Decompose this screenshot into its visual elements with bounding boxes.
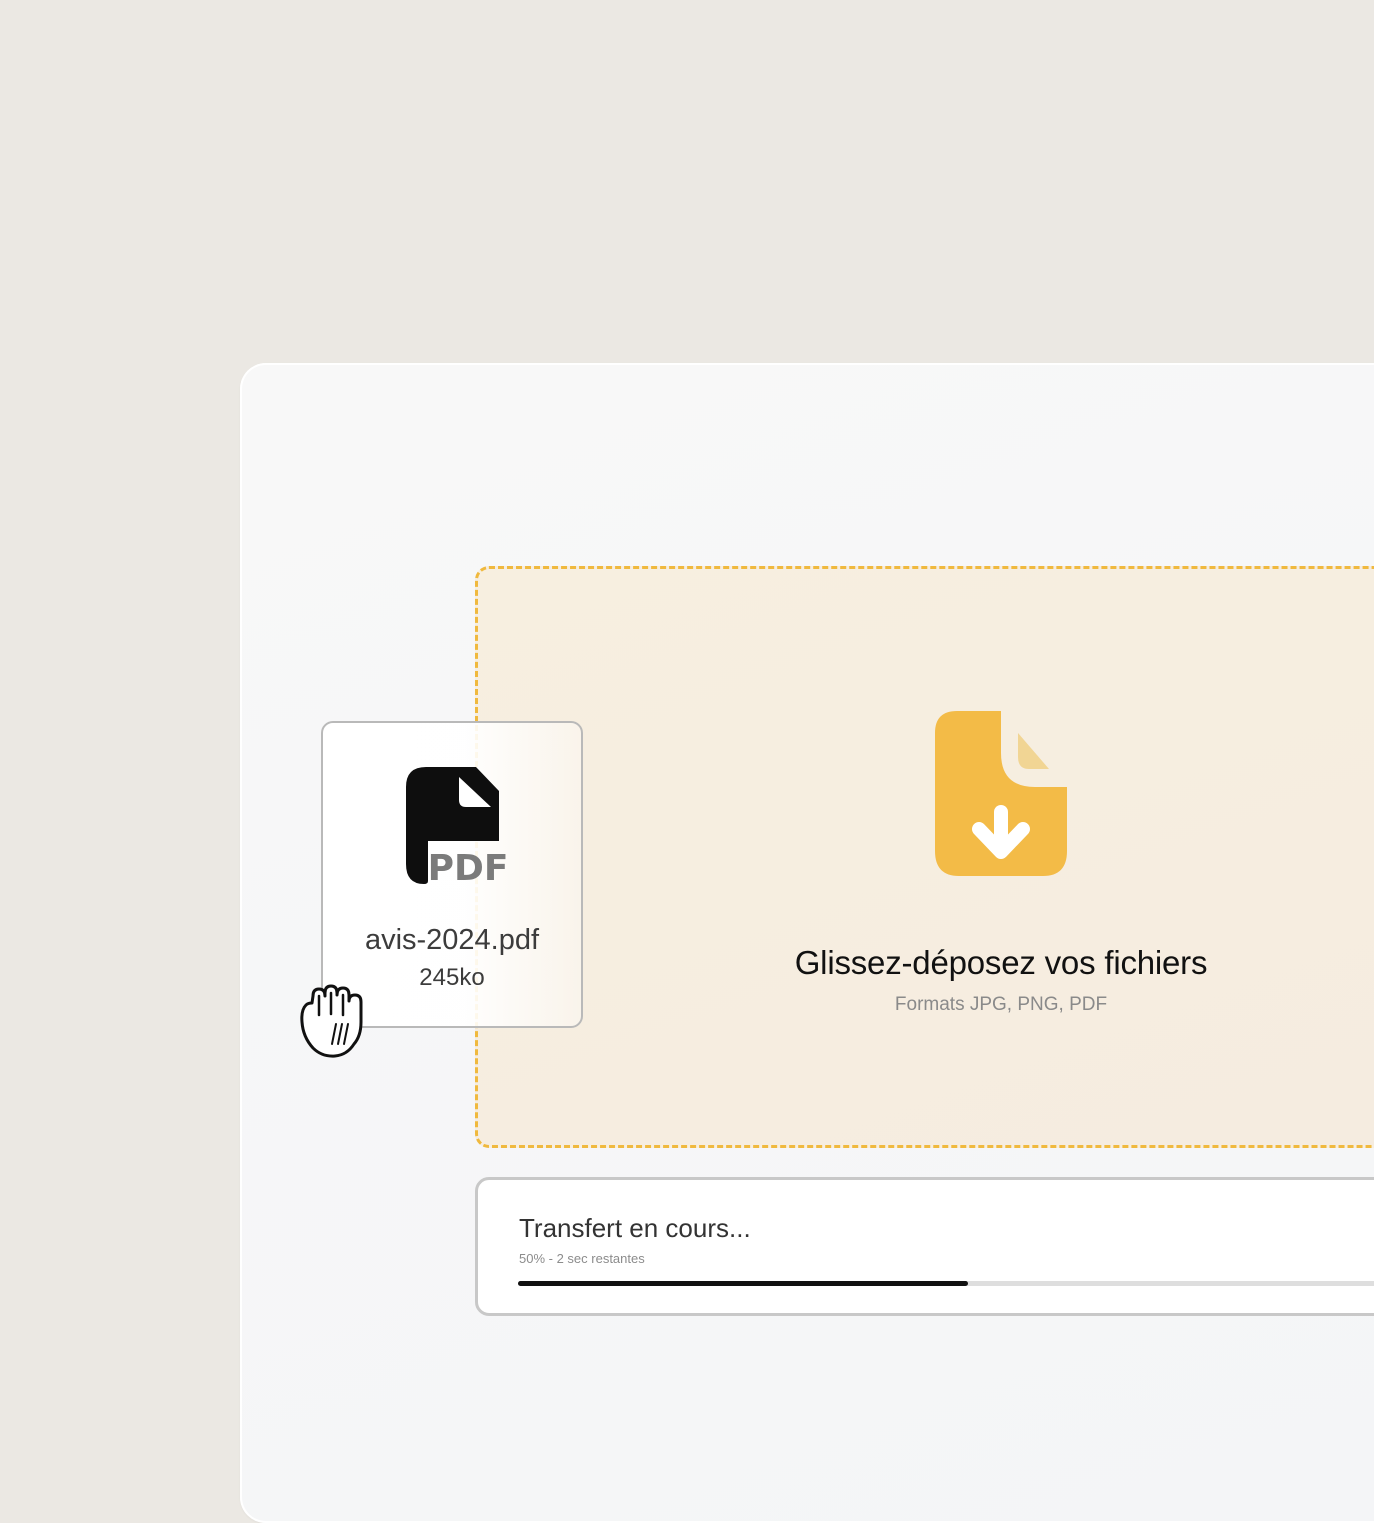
dropzone-title: Glissez-déposez vos fichiers <box>794 944 1208 981</box>
transfer-title: Transfert en cours... <box>519 1213 751 1243</box>
dropzone[interactable] <box>475 566 1374 1148</box>
pdf-file-icon: PDF <box>406 767 509 889</box>
progress-bar <box>518 1281 1374 1286</box>
transfer-status-card: Transfert en cours... 50% - 2 sec restan… <box>475 1177 1374 1316</box>
progress-bar-fill <box>518 1281 968 1286</box>
pdf-icon-label: PDF <box>428 848 509 889</box>
transfer-status: 50% - 2 sec restantes <box>519 1251 645 1266</box>
file-name: avis-2024.pdf <box>364 924 540 956</box>
dropzone-formats: Formats JPG, PNG, PDF <box>894 994 1108 1015</box>
file-download-icon <box>935 711 1067 876</box>
grab-hand-icon <box>300 984 363 1058</box>
